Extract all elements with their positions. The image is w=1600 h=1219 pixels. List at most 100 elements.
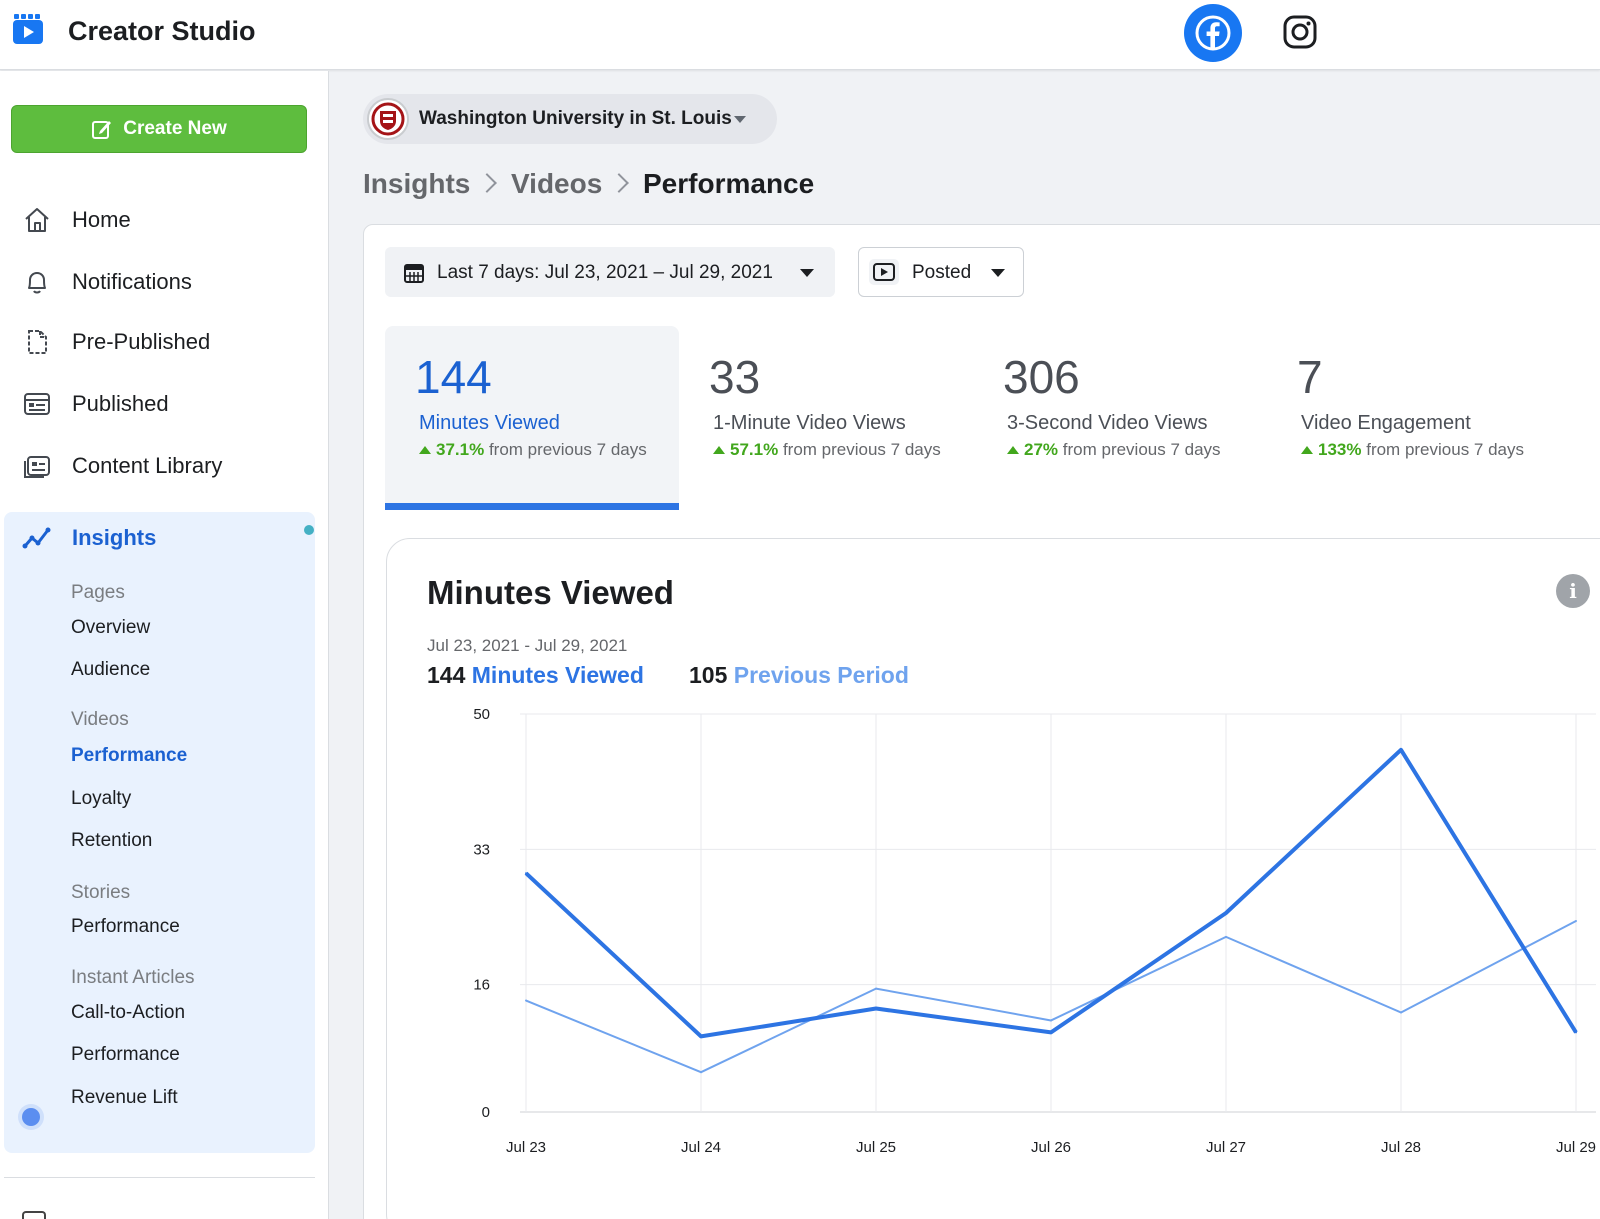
nav-label-pre-published: Pre-Published xyxy=(72,329,211,354)
metric-delta-suffix: from previous 7 days xyxy=(1366,440,1525,459)
help-bubble-icon[interactable] xyxy=(22,1108,40,1126)
sub-item-videos-loyalty[interactable]: Loyalty xyxy=(71,788,131,810)
metric-delta-value: 133% xyxy=(1318,440,1362,459)
trend-up-icon xyxy=(1301,446,1313,454)
data-point-minutes-viewed[interactable] xyxy=(875,1007,877,1010)
metric-value: 306 xyxy=(1003,351,1080,403)
nav-label-published: Published xyxy=(72,391,169,416)
x-tick-label: Jul 27 xyxy=(1206,1139,1246,1156)
x-tick-label: Jul 29 xyxy=(1556,1139,1596,1156)
page-selector[interactable]: Washington University in St. Louis xyxy=(363,94,777,144)
legend-current-total: 144 xyxy=(427,662,466,688)
nav-item-published[interactable]: Published xyxy=(0,377,320,431)
inbox-icon xyxy=(22,1211,46,1219)
active-tab-indicator xyxy=(385,503,679,510)
legend-previous[interactable]: 105 Previous Period xyxy=(689,662,909,689)
data-point-minutes-viewed[interactable] xyxy=(700,1035,702,1038)
data-point-previous-period[interactable] xyxy=(1225,935,1227,938)
nav-label-content-library: Content Library xyxy=(72,453,223,478)
content-library-icon xyxy=(22,451,52,481)
calendar-icon xyxy=(404,264,424,283)
metric-value: 7 xyxy=(1297,351,1323,403)
nav-item-notifications[interactable]: Notifications xyxy=(0,255,320,309)
sub-item-ia-revenue-lift[interactable]: Revenue Lift xyxy=(71,1087,178,1109)
sub-item-pages-overview[interactable]: Overview xyxy=(71,617,150,639)
data-point-minutes-viewed[interactable] xyxy=(1050,1031,1052,1034)
legend-previous-total: 105 xyxy=(689,662,728,688)
breadcrumb-performance: Performance xyxy=(643,168,815,199)
metric-delta-value: 27% xyxy=(1024,440,1059,459)
metric-delta: 133% from previous 7 days xyxy=(1301,440,1524,460)
metric-name: Minutes Viewed xyxy=(419,412,560,434)
metric-tab-video-engagement[interactable]: 7 Video Engagement 133% from previous 7 … xyxy=(1267,326,1561,510)
metric-name: Video Engagement xyxy=(1301,412,1471,434)
metric-tab-minutes-viewed[interactable]: 144 Minutes Viewed 37.1% from previous 7… xyxy=(385,326,679,510)
metric-name: 3-Second Video Views xyxy=(1007,412,1208,434)
date-range-dropdown[interactable]: Last 7 days: Jul 23, 2021 – Jul 29, 2021 xyxy=(385,247,835,297)
chevron-down-icon xyxy=(800,269,814,277)
post-type-label: Posted xyxy=(912,262,972,283)
sub-item-stories-performance[interactable]: Performance xyxy=(71,916,180,938)
data-point-previous-period[interactable] xyxy=(1050,1019,1052,1022)
info-icon[interactable]: i xyxy=(1556,574,1590,608)
subgroup-pages: Pages xyxy=(71,582,125,603)
data-point-previous-period[interactable] xyxy=(1400,1011,1402,1014)
chevron-down-icon xyxy=(734,116,746,123)
x-tick-label: Jul 23 xyxy=(506,1139,546,1156)
breadcrumb-insights[interactable]: Insights xyxy=(363,168,470,200)
nav-label-notifications: Notifications xyxy=(72,269,192,294)
metric-tab-3-second-views[interactable]: 306 3-Second Video Views 27% from previo… xyxy=(973,326,1267,510)
x-tick-label: Jul 25 xyxy=(856,1139,896,1156)
chevron-down-icon xyxy=(991,269,1005,277)
creator-studio-logo-icon[interactable] xyxy=(12,14,44,46)
draft-doc-icon xyxy=(22,327,52,357)
nav-item-home[interactable]: Home xyxy=(0,193,320,247)
video-play-icon xyxy=(869,259,899,285)
nav-item-insights[interactable]: Insights xyxy=(4,512,315,562)
trend-up-icon xyxy=(1007,446,1019,454)
nav-item-pre-published[interactable]: Pre-Published xyxy=(0,315,320,369)
metric-tab-1-minute-views[interactable]: 33 1-Minute Video Views 57.1% from previ… xyxy=(679,326,973,510)
metric-name: 1-Minute Video Views xyxy=(713,412,906,434)
legend-current[interactable]: 144 Minutes Viewed xyxy=(427,662,644,689)
sub-item-ia-performance[interactable]: Performance xyxy=(71,1044,180,1066)
facebook-icon xyxy=(1195,15,1231,51)
x-tick-label: Jul 28 xyxy=(1381,1139,1421,1156)
breadcrumb-videos[interactable]: Videos xyxy=(511,168,602,200)
notification-dot xyxy=(304,525,314,535)
x-tick-label: Jul 26 xyxy=(1031,1139,1071,1156)
data-point-minutes-viewed[interactable] xyxy=(1575,1031,1577,1034)
subgroup-instant-articles: Instant Articles xyxy=(71,967,195,988)
published-icon xyxy=(22,389,52,419)
data-point-previous-period[interactable] xyxy=(1575,919,1577,922)
minutes-viewed-line-chart: 0 16 33 50 Jul 23 Jul 24 Jul 25 Jul 26 Jul 27 Jul… xyxy=(473,706,1596,1156)
subgroup-stories: Stories xyxy=(71,882,131,903)
nav-item-content-library[interactable]: Content Library xyxy=(0,439,320,493)
post-type-dropdown[interactable]: Posted xyxy=(858,247,1024,297)
y-tick-label: 33 xyxy=(473,841,490,858)
data-point-minutes-viewed[interactable] xyxy=(1225,912,1227,914)
create-new-button[interactable]: Create New xyxy=(11,105,307,153)
sidebar-divider xyxy=(4,1177,315,1178)
app-title: Creator Studio xyxy=(68,16,256,46)
data-point-minutes-viewed[interactable] xyxy=(1400,748,1402,751)
insights-chart-icon xyxy=(22,524,52,557)
data-point-previous-period[interactable] xyxy=(700,1071,702,1074)
data-point-minutes-viewed[interactable] xyxy=(525,872,527,875)
university-seal-icon xyxy=(367,98,409,140)
sub-item-ia-call-to-action[interactable]: Call-to-Action xyxy=(71,1002,185,1024)
trend-up-icon xyxy=(713,446,725,454)
facebook-tab-button[interactable] xyxy=(1184,4,1242,62)
sub-item-pages-audience[interactable]: Audience xyxy=(71,659,150,681)
sub-item-videos-retention[interactable]: Retention xyxy=(71,830,152,852)
data-point-previous-period[interactable] xyxy=(875,987,877,990)
date-range-label: Last 7 days: Jul 23, 2021 – Jul 29, 2021 xyxy=(437,262,773,283)
sub-item-videos-performance[interactable]: Performance xyxy=(71,745,187,767)
metric-delta-suffix: from previous 7 days xyxy=(782,440,941,459)
home-icon xyxy=(22,205,52,235)
page-name: Washington University in St. Louis xyxy=(419,108,732,129)
insights-panel: Insights Pages Overview Audience Videos … xyxy=(4,512,315,1153)
instagram-icon[interactable] xyxy=(1282,14,1318,50)
data-point-previous-period[interactable] xyxy=(525,999,527,1002)
metric-delta: 27% from previous 7 days xyxy=(1007,440,1221,460)
